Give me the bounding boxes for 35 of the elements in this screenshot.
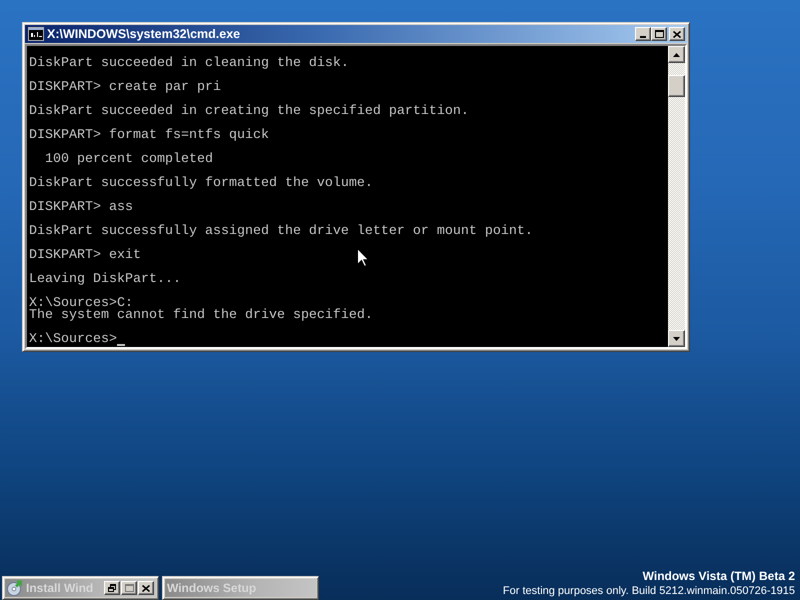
window-title: X:\WINDOWS\system32\cmd.exe bbox=[47, 27, 242, 41]
mouse-pointer-icon bbox=[357, 248, 369, 267]
console-line: X:\Sources> bbox=[29, 334, 117, 346]
restore-button[interactable] bbox=[104, 581, 120, 595]
up-arrow-icon bbox=[673, 52, 680, 56]
console-icon bbox=[28, 27, 44, 41]
console-line: The system cannot find the drive specified. bbox=[29, 310, 373, 322]
console-line: DiskPart succeeded in creating the specified partition. bbox=[29, 106, 469, 118]
console-line: DISKPART> create par pri bbox=[29, 82, 221, 94]
minimize-icon bbox=[640, 36, 646, 38]
maximize-button[interactable] bbox=[121, 581, 137, 595]
restore-icon bbox=[108, 584, 116, 592]
console-line: DiskPart successfully formatted the volume. bbox=[29, 178, 373, 190]
console-line: 100 percent completed bbox=[44, 154, 213, 166]
maximize-icon bbox=[124, 584, 134, 592]
console-line: DISKPART> ass bbox=[29, 202, 133, 214]
disc-icon bbox=[7, 580, 23, 596]
build-note: For testing purposes only. Build 5212.winmain.050726-1915 bbox=[502, 584, 795, 598]
minimize-button[interactable] bbox=[635, 27, 651, 41]
close-icon bbox=[673, 30, 681, 38]
scroll-thumb[interactable] bbox=[668, 75, 685, 97]
console-line: Leaving DiskPart... bbox=[29, 274, 181, 286]
scroll-down-button[interactable] bbox=[668, 330, 685, 347]
maximize-button[interactable] bbox=[651, 27, 667, 41]
close-button[interactable] bbox=[669, 27, 685, 41]
console-line: DISKPART> format fs=ntfs quick bbox=[29, 130, 269, 142]
console-line: DiskPart succeeded in cleaning the disk. bbox=[29, 58, 349, 70]
close-icon bbox=[142, 584, 150, 592]
scroll-up-button[interactable] bbox=[668, 46, 685, 63]
close-button[interactable] bbox=[138, 581, 154, 595]
edition-label: Windows Vista (TM) Beta 2 bbox=[642, 569, 795, 584]
console-line: DISKPART> exit bbox=[29, 250, 141, 262]
console-line: DiskPart successfully assigned the drive letter or mount point. bbox=[29, 226, 533, 238]
maximize-icon bbox=[654, 30, 664, 38]
down-arrow-icon bbox=[673, 336, 680, 340]
